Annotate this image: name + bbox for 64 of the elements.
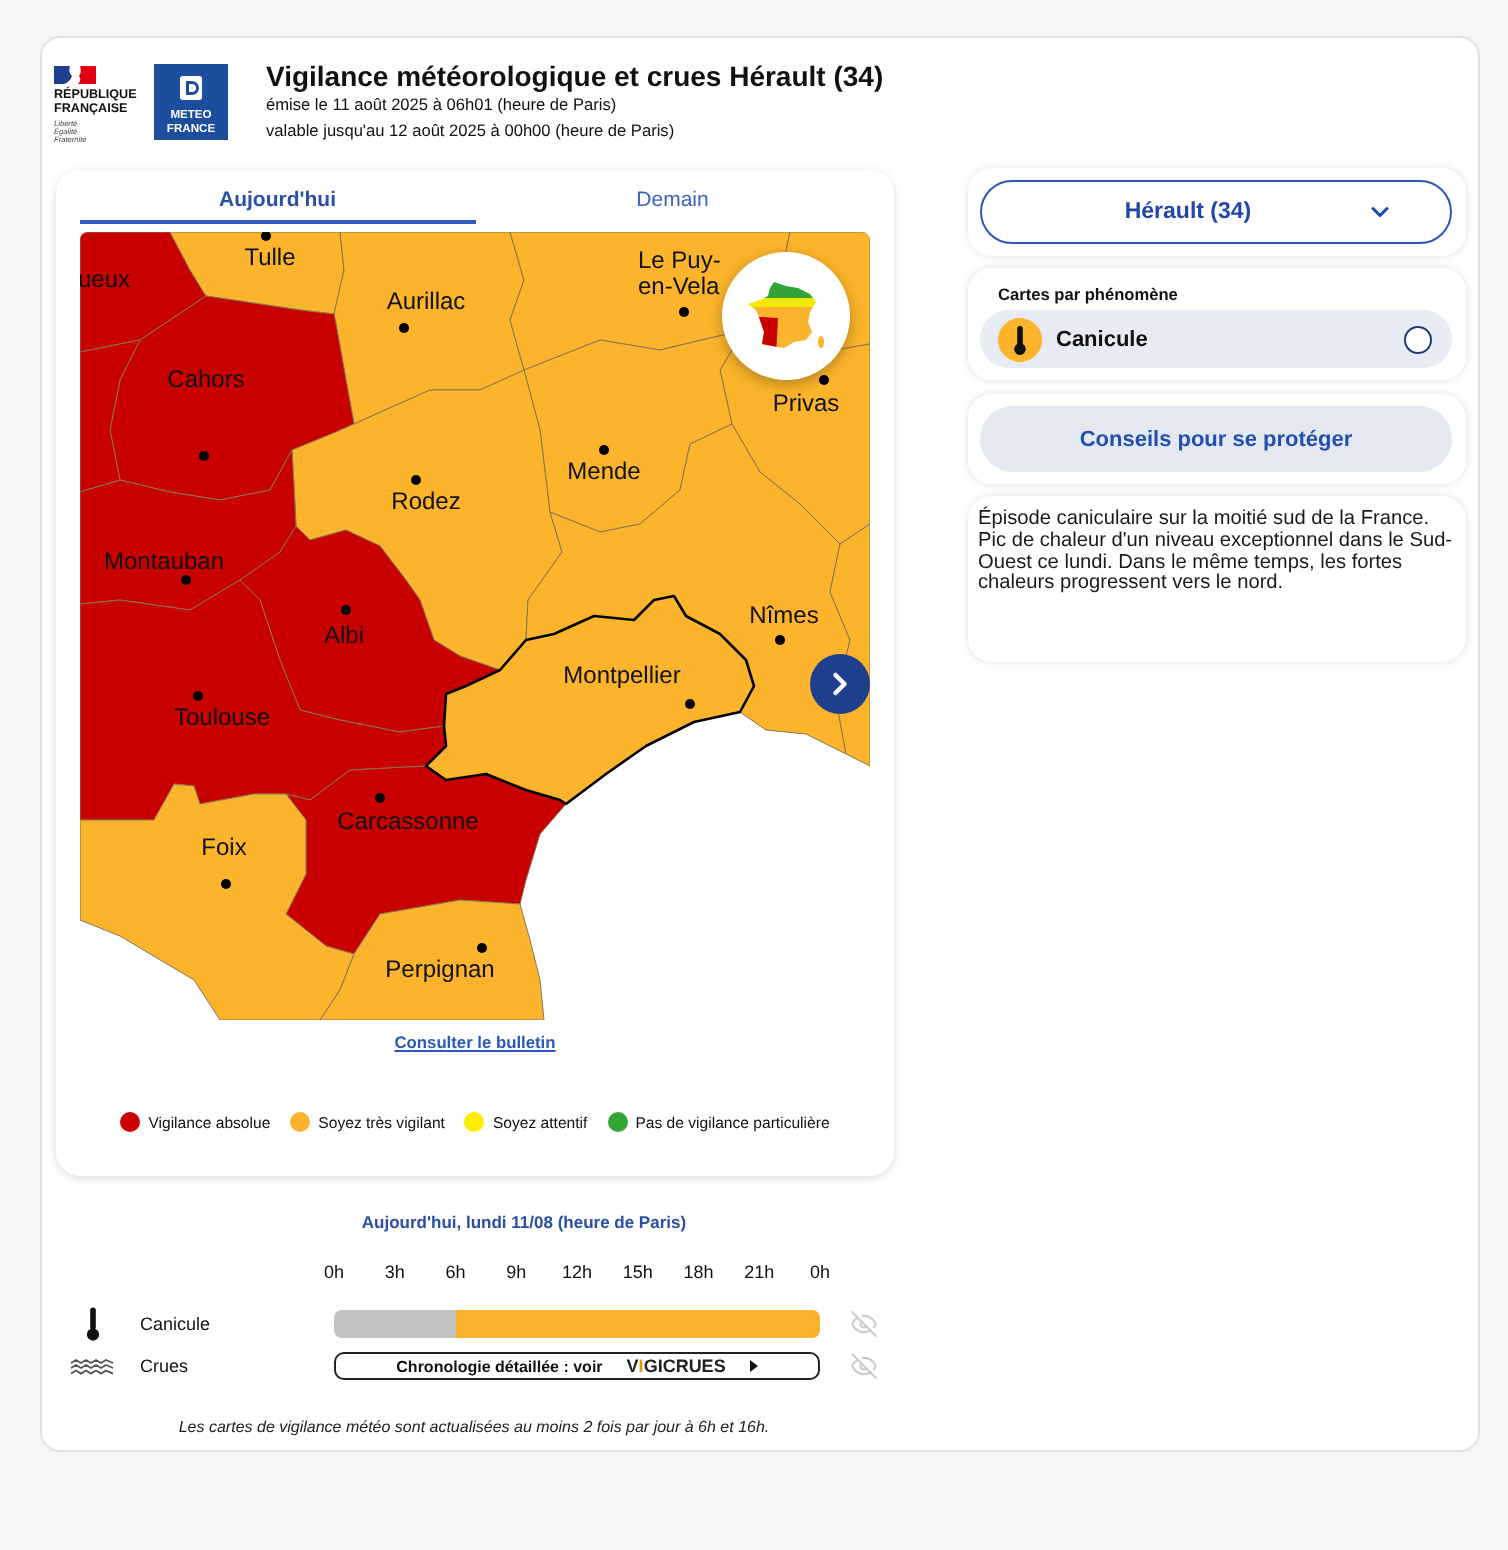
city-label: Tulle — [244, 245, 296, 271]
city-label: Le Puy-en-Vela — [638, 248, 723, 300]
phenomenon-option[interactable]: Canicule — [980, 310, 1452, 368]
hour-label: 9h — [504, 1260, 529, 1284]
city-dot-icon — [477, 943, 487, 953]
hour-label: 3h — [382, 1260, 407, 1284]
hour-label: 6h — [443, 1260, 468, 1284]
city-label: ueux — [80, 267, 131, 293]
city-label: Rodez — [391, 489, 461, 515]
phenomenon-label: Canicule — [140, 1312, 211, 1336]
city-label: Albi — [324, 623, 364, 649]
phenomenon-label: Crues — [140, 1354, 189, 1378]
city-label: Montpellier — [563, 663, 681, 689]
hour-label: 15h — [620, 1260, 655, 1284]
city-dot-icon — [685, 699, 695, 709]
city-label: Carcassonne — [337, 809, 479, 835]
department-select[interactable]: Hérault (34) — [980, 180, 1452, 244]
vigicrues-logo: VIGICRUES — [626, 1356, 726, 1376]
waves-icon — [70, 1357, 114, 1375]
city-label: Toulouse — [173, 705, 271, 731]
section-heading: Cartes par phénomène — [998, 284, 1178, 304]
city-dot-icon — [399, 323, 409, 333]
city-label: Privas — [772, 391, 840, 417]
timeline-title: Aujourd'hui, lundi 11/08 (heure de Paris) — [361, 1212, 687, 1232]
page-title: Vigilance météorologique et crues Hérault (34) — [266, 62, 884, 92]
hour-label: 21h — [742, 1260, 777, 1284]
city-dot-icon — [193, 691, 203, 701]
thermometer-icon — [998, 317, 1042, 361]
thermometer-icon — [85, 1306, 99, 1342]
logo-emblem-icon — [180, 76, 202, 100]
city-label: Aurillac — [386, 289, 466, 315]
caret-icon — [749, 1360, 758, 1372]
update-note: Les cartes de vigilance météo sont actualisées au moins 2 fois par jour à 6h et 16h. — [176, 1416, 772, 1440]
city-label: Nîmes — [749, 603, 819, 629]
city-dot-icon — [199, 451, 209, 461]
hour-label: 12h — [559, 1260, 595, 1284]
summary-text: Épisode caniculaire sur la moitié sud de la France. Pic de chaleur d'un niveau exceptionnel dans le Sud-Ouest ce lundi. Dans le même temps, les fortes chaleurs progressent vers le nord. — [978, 510, 1455, 597]
city-dot-icon — [411, 475, 421, 485]
city-dot-icon — [221, 879, 231, 889]
city-dot-icon — [181, 575, 191, 585]
city-dot-icon — [261, 232, 271, 241]
city-label: Foix — [201, 835, 247, 861]
city-label: Montauban — [103, 549, 225, 575]
bulletin-link[interactable]: Consulter le bulletin — [394, 1032, 556, 1052]
hour-label: 0h — [807, 1260, 832, 1284]
flag-icon — [54, 66, 96, 84]
city-dot-icon — [775, 635, 785, 645]
vigicrues-link[interactable]: Chronologie détaillée : voir VIGICRUES — [334, 1352, 820, 1380]
city-label: Cahors — [167, 367, 245, 393]
city-dot-icon — [819, 375, 829, 385]
hour-label: 0h — [321, 1260, 346, 1284]
advice-button[interactable]: Conseils pour se protéger — [980, 406, 1452, 472]
valid-until-date: valable jusqu'au 12 août 2025 à 00h00 (heure de Paris) — [266, 118, 675, 144]
city-dot-icon — [375, 793, 385, 803]
city-dot-icon — [341, 605, 351, 615]
radio-button[interactable] — [1404, 325, 1432, 353]
issued-date: émise le 11 août 2025 à 06h01 (heure de Paris) — [266, 92, 617, 118]
city-dot-icon — [599, 445, 609, 455]
day-tab[interactable]: Aujourd'hui — [80, 180, 475, 224]
hour-label: 18h — [681, 1260, 716, 1284]
city-label: Mende — [567, 459, 641, 485]
day-tab[interactable]: Demain — [475, 180, 870, 224]
city-label: Perpignan — [385, 957, 495, 983]
city-dot-icon — [679, 307, 689, 317]
